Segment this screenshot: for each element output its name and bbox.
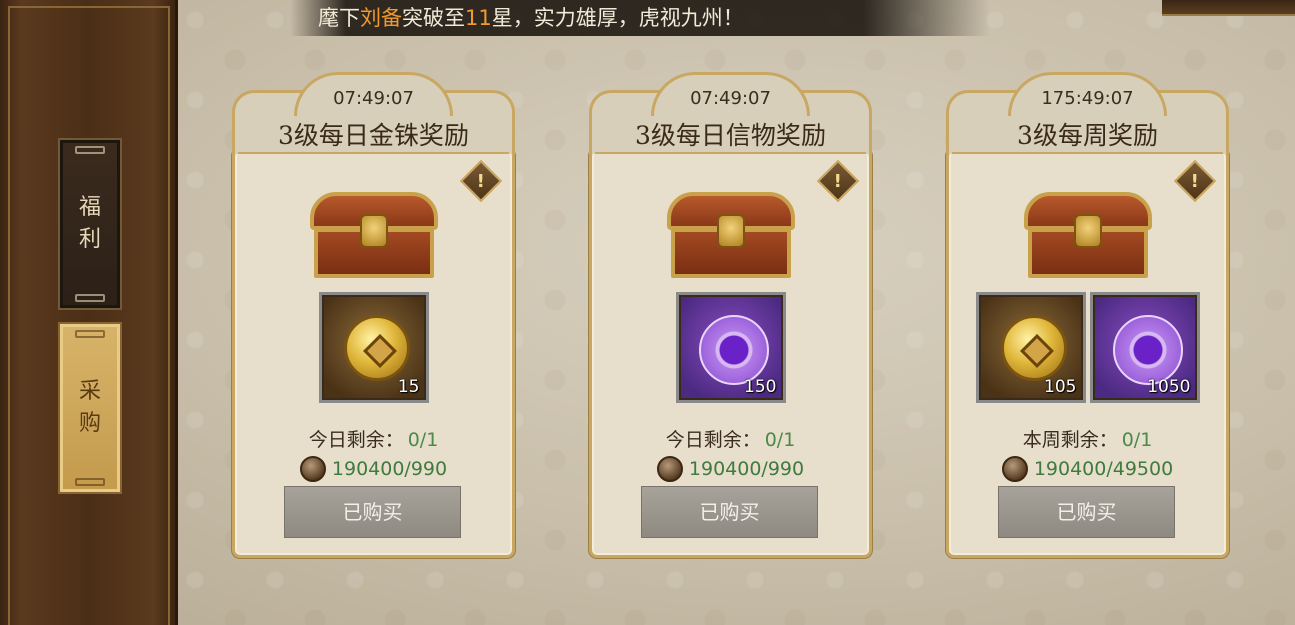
tab-purchase[interactable]: 采 购 [58, 322, 122, 494]
cost-value: 190400/49500 [1033, 458, 1174, 480]
remaining-label: 今日剩余： [665, 429, 761, 451]
cost-row: 190400/990 [589, 456, 872, 482]
announcement-marquee: 麾下刘备突破至11星，实力雄厚，虎视九州！ [290, 0, 990, 36]
reward-card-weekly: 175:49:07 3级每周奖励 ! 105 1050 本周剩余： 0/1 190… [946, 72, 1229, 558]
marquee-middle: 突破至 [402, 6, 465, 30]
reward-card-daily-token: 07:49:07 3级每日信物奖励 ! 150 今日剩余： 0/1 190400/… [589, 72, 872, 558]
remaining-value: 0/1 [407, 429, 439, 451]
gold-coin-icon [343, 315, 410, 381]
remaining-value: 0/1 [1121, 429, 1153, 451]
reward-item[interactable]: 105 [975, 292, 1086, 403]
card-title: 3级每日信物奖励 [635, 121, 826, 150]
reward-items: 150 [589, 292, 872, 403]
tab-purchase-label-2: 购 [78, 411, 101, 436]
item-count: 105 [1044, 377, 1077, 397]
card-title: 3级每周奖励 [1017, 121, 1158, 150]
card-title: 3级每日金铢奖励 [278, 121, 469, 150]
exclamation-icon: ! [1190, 170, 1200, 192]
chest-lock [1074, 214, 1102, 248]
copper-coin-icon [1001, 456, 1028, 482]
purchased-button[interactable]: 已购买 [998, 486, 1175, 538]
ornament-icon [75, 146, 105, 154]
sidebar-border [8, 6, 170, 625]
purple-jade-icon [698, 315, 769, 385]
purchased-button[interactable]: 已购买 [284, 486, 461, 538]
purple-jade-icon [1112, 315, 1183, 385]
cost-value: 190400/990 [688, 458, 805, 480]
remaining-count: 今日剩余： 0/1 [589, 425, 872, 452]
exclamation-icon: ! [833, 170, 843, 192]
treasure-chest-icon [1024, 192, 1152, 278]
reward-items: 15 [232, 292, 515, 403]
cost-row: 190400/49500 [946, 456, 1229, 482]
countdown-timer: 175:49:07 [1041, 88, 1134, 109]
gold-coin-icon [1000, 315, 1067, 381]
tab-welfare-label-1: 福 [78, 195, 101, 220]
reward-item[interactable]: 15 [318, 292, 429, 403]
top-right-frame [1162, 0, 1295, 16]
tab-purchase-label-1: 采 [78, 379, 101, 404]
copper-coin-icon [656, 456, 683, 482]
item-count: 15 [397, 377, 420, 397]
remaining-label: 本周剩余： [1022, 429, 1118, 451]
cost-row: 190400/990 [232, 456, 515, 482]
purchased-button[interactable]: 已购买 [641, 486, 818, 538]
divider [952, 152, 1223, 154]
countdown-timer: 07:49:07 [333, 88, 414, 109]
reward-items: 105 1050 [946, 292, 1229, 403]
exclamation-icon: ! [476, 170, 486, 192]
ornament-icon [75, 478, 105, 486]
remaining-label: 今日剩余： [308, 429, 404, 451]
reward-item[interactable]: 150 [675, 292, 786, 403]
remaining-count: 本周剩余： 0/1 [946, 425, 1229, 452]
item-count: 150 [744, 377, 777, 397]
ornament-icon [75, 294, 105, 302]
remaining-count: 今日剩余： 0/1 [232, 425, 515, 452]
treasure-chest-icon [667, 192, 795, 278]
copper-coin-icon [299, 456, 326, 482]
tab-welfare-label-2: 利 [78, 227, 101, 252]
divider [595, 152, 866, 154]
chest-lock [360, 214, 388, 248]
marquee-hero-name: 刘备 [360, 6, 402, 30]
reward-card-daily-gold: 07:49:07 3级每日金铢奖励 ! 15 今日剩余： 0/1 190400/9… [232, 72, 515, 558]
remaining-value: 0/1 [764, 429, 796, 451]
countdown-timer: 07:49:07 [690, 88, 771, 109]
marquee-prefix: 麾下 [318, 6, 360, 30]
marquee-stars: 11 [465, 6, 492, 30]
item-count: 1050 [1147, 377, 1191, 397]
divider [238, 152, 509, 154]
marquee-suffix: 星，实力雄厚，虎视九州！ [491, 6, 744, 30]
chest-lock [717, 214, 745, 248]
treasure-chest-icon [310, 192, 438, 278]
reward-item[interactable]: 1050 [1089, 292, 1200, 403]
cost-value: 190400/990 [331, 458, 448, 480]
sidebar: 福 利 采 购 [0, 0, 178, 625]
ornament-icon [75, 330, 105, 338]
tab-welfare[interactable]: 福 利 [58, 138, 122, 310]
